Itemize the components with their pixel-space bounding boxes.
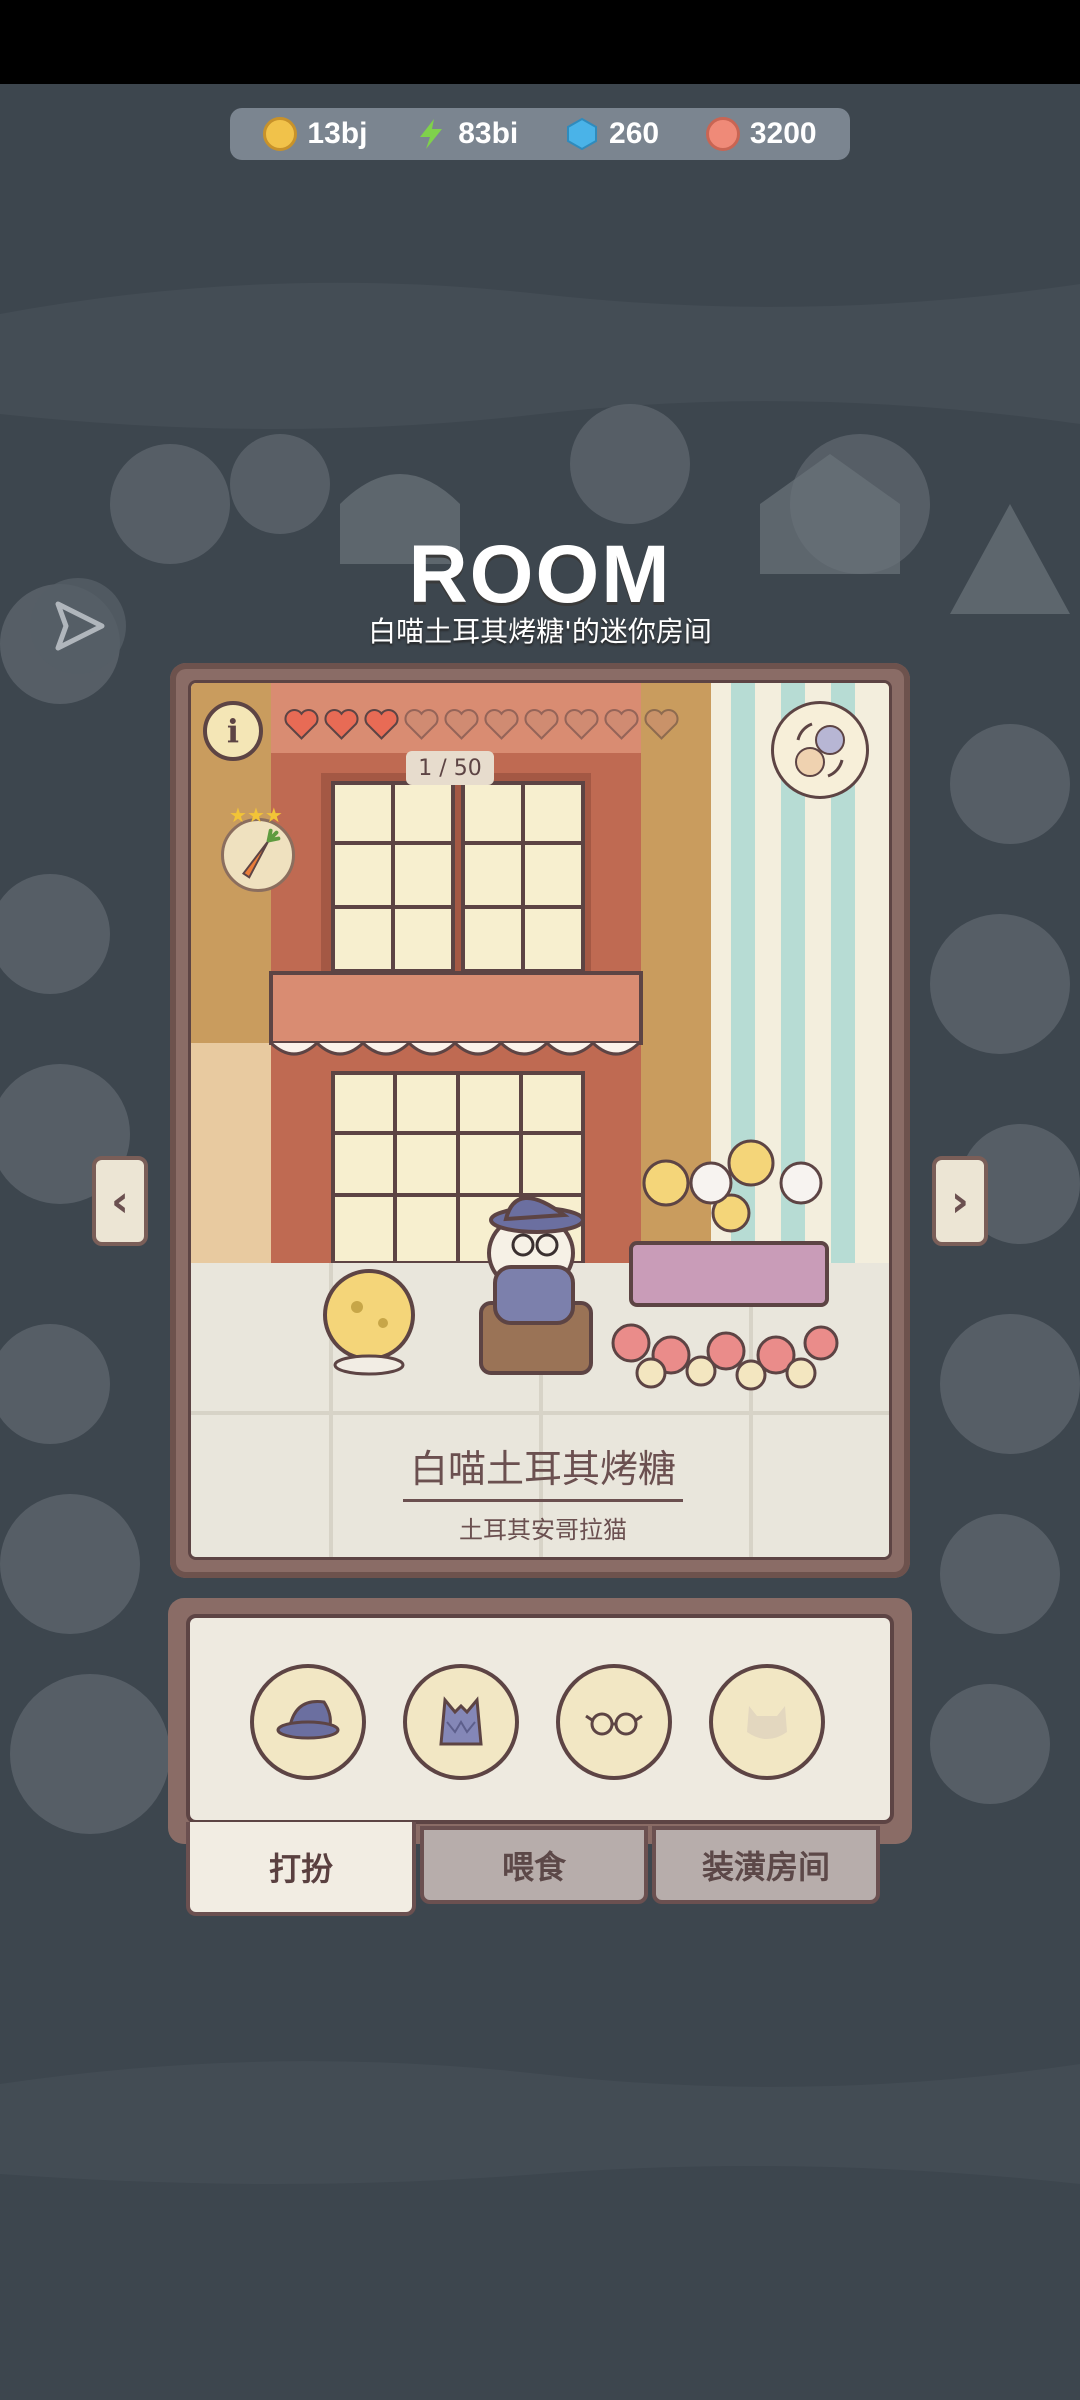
gem-icon [567,117,598,151]
cat-name: 白喵土耳其烤糖 [409,1447,676,1491]
resource-bar: 13bj 83bi 260 3200 [230,108,850,160]
affection-counter: 1 / 50 [406,751,494,785]
heart-filled-icon [324,709,359,740]
cat-name-plate: 白喵土耳其烤糖 土耳其安哥拉猫 [191,1438,889,1545]
status-bar [0,0,1080,84]
resource-paw: 3200 [705,117,817,151]
tab-dress-up-label: 打扮 [268,1850,333,1888]
resource-coin: 13bj [263,117,367,151]
energy-amount: 83bi [458,117,519,150]
tab-feed[interactable]: 喂食 [420,1826,648,1904]
coin-icon [263,117,298,151]
lightning-icon [420,119,443,149]
vest-icon [439,1696,483,1746]
heart-empty-icon [524,709,559,740]
resource-gem: 260 [565,117,659,151]
paw-icon [705,117,740,151]
hat-icon [276,1700,340,1740]
chevron-left-icon: ‹ [110,1175,130,1227]
room-view: i 1 / 50 ★ ★ ★ 白喵土耳其烤糖 土耳其安哥拉猫 [188,680,892,1560]
tab-decorate-room[interactable]: 装潢房间 [652,1826,880,1904]
heart-empty-icon [484,709,519,740]
outfit-slot-hat[interactable] [250,1664,366,1780]
cat-breed: 土耳其安哥拉猫 [459,1516,627,1544]
chevron-right-icon: › [950,1175,970,1227]
carrot-icon [242,828,281,879]
outfit-slot-accessory[interactable] [709,1664,825,1780]
resource-energy: 83bi [414,117,518,151]
tab-decorate-room-label: 装潢房间 [701,1848,830,1886]
heart-empty-icon [404,709,439,740]
star-icon: ★ [264,803,283,827]
gem-amount: 260 [609,117,660,150]
paw-amount: 3200 [749,117,817,150]
star-icon: ★ [246,803,265,827]
heart-empty-icon [604,709,639,740]
cat-silhouette-icon [747,1706,787,1739]
affection-count: 1 / 50 [418,755,482,781]
heart-filled-icon [284,709,319,740]
name-underline [403,1499,683,1502]
heart-filled-icon [364,709,399,740]
info-icon: i [226,712,240,750]
heart-empty-icon [564,709,599,740]
prev-cat-button[interactable]: ‹ [92,1156,148,1246]
coin-amount: 13bj [307,117,368,150]
outfit-slot-vest[interactable] [403,1664,519,1780]
tab-feed-label: 喂食 [501,1848,566,1886]
info-button[interactable]: i [203,701,263,761]
affection-hearts [283,707,680,741]
swap-cat-button[interactable] [771,701,869,799]
glasses-icon [585,1712,643,1736]
heart-empty-icon [644,709,679,740]
next-cat-button[interactable]: › [932,1156,988,1246]
food-stars: ★ ★ ★ [229,803,283,827]
food-button[interactable] [221,818,295,892]
tab-dress-up[interactable]: 打扮 [186,1822,416,1916]
heart-empty-icon [444,709,479,740]
swap-cats-icon [795,722,845,778]
star-icon: ★ [229,803,247,827]
room-scene [191,683,889,1557]
page-title: ROOM [408,529,672,620]
outfit-slot-glasses[interactable] [556,1664,672,1780]
room-subtitle: 白喵土耳其烤糖'的迷你房间 [368,615,712,648]
